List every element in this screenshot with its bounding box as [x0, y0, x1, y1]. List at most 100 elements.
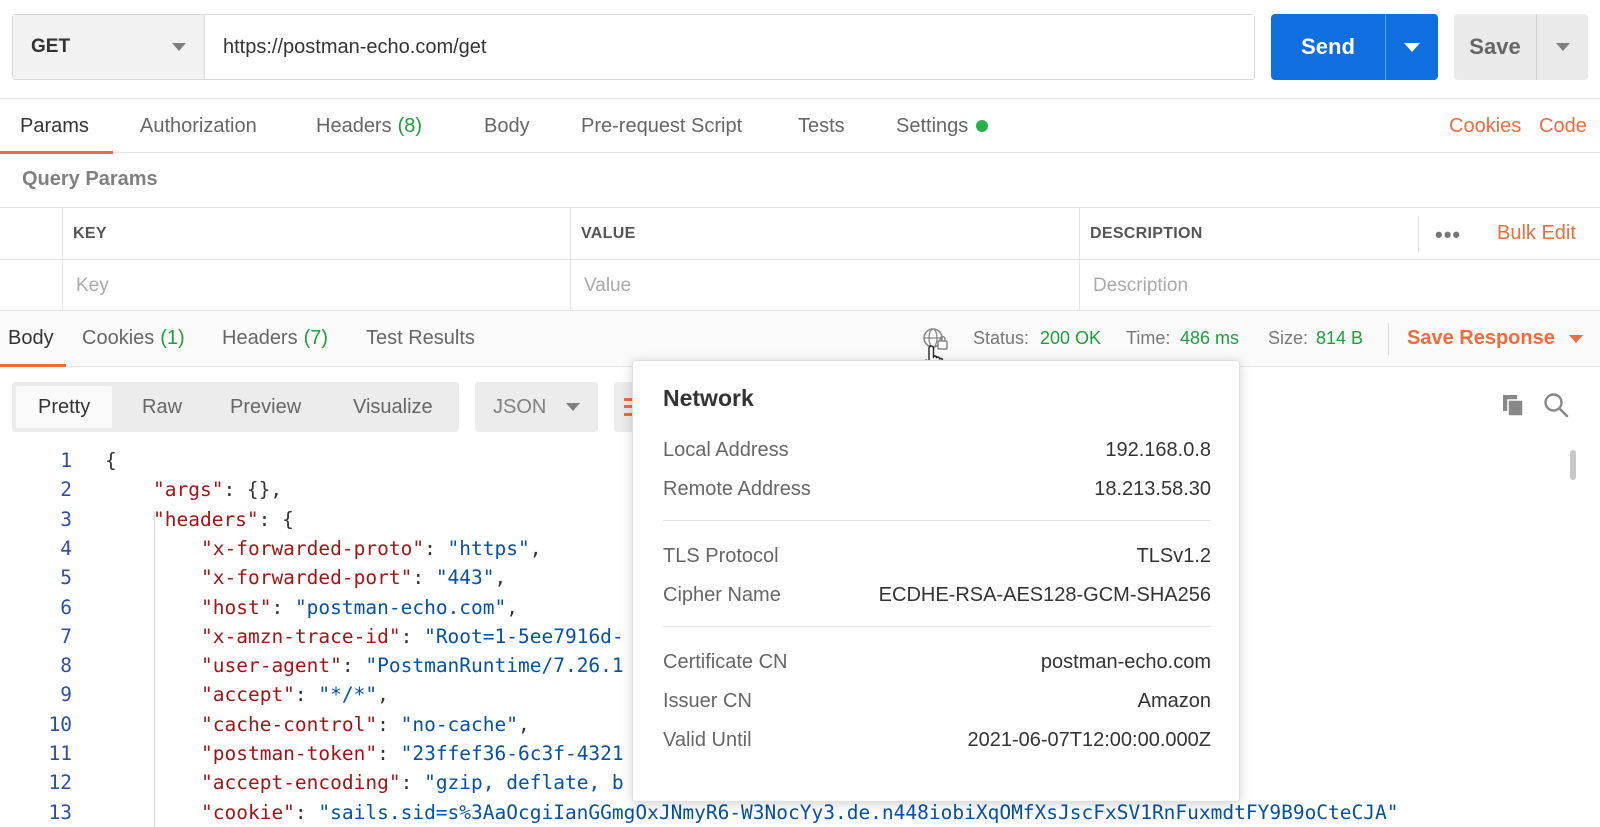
line-number: 1 [60, 449, 72, 472]
json-punctuation: : [400, 771, 425, 795]
save-button-group: Save [1454, 14, 1588, 80]
response-tabs: Body Cookies (1) Headers (7) Test Result… [0, 311, 1600, 367]
tab-settings[interactable]: Settings [896, 99, 989, 153]
save-response-button[interactable]: Save Response [1407, 311, 1583, 366]
json-punctuation: : [294, 800, 319, 824]
json-key: "x-forwarded-port" [201, 566, 413, 590]
line-number: 11 [48, 742, 72, 765]
settings-indicator-dot [976, 120, 989, 132]
network-info-value: 192.168.0.8 [1105, 438, 1211, 461]
view-mode-preview[interactable]: Preview [230, 382, 301, 432]
view-mode-pretty[interactable]: Pretty [16, 386, 113, 428]
json-punctuation: : [271, 595, 295, 619]
size-value[interactable]: 814 B [1316, 311, 1363, 366]
json-string: "443" [435, 566, 495, 590]
cookies-link[interactable]: Cookies [1449, 99, 1521, 153]
json-key: "cache-control" [201, 712, 378, 736]
chevron-down-icon [1568, 334, 1583, 343]
key-input[interactable]: Key [62, 260, 570, 311]
tab-test-results[interactable]: Test Results [366, 311, 475, 366]
view-mode-group: Pretty Raw Preview Visualize [12, 382, 459, 432]
json-string: "gzip, deflate, b [424, 771, 624, 795]
line-number: 6 [60, 595, 72, 619]
code-link[interactable]: Code [1539, 99, 1587, 153]
divider [663, 626, 1211, 627]
line-number: 9 [60, 683, 72, 707]
tab-body[interactable]: Body [484, 99, 530, 153]
headers-count: (8) [397, 114, 423, 137]
line-number: 8 [60, 654, 72, 678]
json-key: "cookie" [201, 800, 295, 824]
tab-response-cookies[interactable]: Cookies (1) [82, 311, 185, 366]
json-punctuation: , [377, 683, 389, 707]
network-info-row: Issuer CN Amazon [663, 686, 1211, 716]
json-key: "host" [201, 595, 272, 619]
code-text: { [105, 449, 117, 472]
json-punctuation: , [529, 536, 542, 560]
search-icon[interactable] [1543, 392, 1569, 418]
tab-headers[interactable]: Headers (8) [316, 99, 422, 153]
tab-params[interactable]: Params [0, 99, 113, 154]
json-punctuation: : [377, 712, 401, 736]
popover-title: Network [663, 385, 754, 411]
tab-response-body[interactable]: Body [0, 311, 66, 367]
value-input[interactable]: Value [570, 260, 1079, 311]
request-tabs: Params Authorization Headers (8) Body Pr… [0, 98, 1600, 154]
status-value[interactable]: 200 OK [1040, 311, 1101, 366]
code-text: "postman-token": "23ffef36-6c3f-4321 [201, 742, 624, 765]
size-label: Size: [1268, 328, 1309, 348]
json-key: "user-agent" [201, 654, 342, 678]
divider [663, 520, 1211, 521]
save-button[interactable]: Save [1454, 14, 1537, 80]
json-punctuation: : [424, 536, 448, 560]
tab-headers-label: Headers [316, 114, 392, 137]
json-punctuation: : [341, 654, 366, 678]
code-text: "accept-encoding": "gzip, deflate, b [201, 771, 624, 794]
json-string: "Root=1-5ee7916d- [424, 624, 624, 648]
network-info-value: ECDHE-RSA-AES128-GCM-SHA256 [878, 583, 1211, 606]
json-punctuation: { [105, 449, 117, 472]
tab-prerequest-script[interactable]: Pre-request Script [581, 99, 742, 153]
network-info-row: TLS Protocol TLSv1.2 [663, 541, 1211, 571]
tab-tests[interactable]: Tests [798, 99, 845, 153]
format-select[interactable]: JSON [475, 382, 598, 432]
time-value[interactable]: 486 ms [1180, 311, 1239, 366]
code-text: "cookie": "sails.sid=s%3AaOcgiIanGGmgOxJ… [201, 801, 1399, 824]
status-label: Status: [973, 328, 1030, 348]
json-punctuation: : [294, 683, 319, 707]
bulk-edit-link[interactable]: Bulk Edit [1497, 208, 1576, 259]
column-value: VALUE [570, 208, 1079, 259]
json-key: "x-forwarded-proto" [201, 536, 425, 560]
network-info-row: Cipher Name ECDHE-RSA-AES128-GCM-SHA256 [663, 580, 1211, 610]
tab-response-cookies-label: Cookies [82, 327, 155, 349]
json-string: "postman-echo.com" [294, 595, 507, 619]
network-info-value: 18.213.58.30 [1094, 477, 1211, 500]
send-button[interactable]: Send [1271, 14, 1386, 80]
save-dropdown-button[interactable] [1537, 14, 1588, 80]
view-mode-visualize[interactable]: Visualize [353, 382, 433, 432]
tab-response-headers-label: Headers [222, 327, 298, 349]
url-input[interactable]: https://postman-echo.com/get [205, 15, 1254, 79]
chevron-down-icon [566, 403, 580, 411]
network-info-label: Remote Address [663, 477, 811, 500]
json-key: "headers" [153, 507, 259, 531]
chevron-down-icon [1555, 43, 1570, 51]
tab-response-headers[interactable]: Headers (7) [222, 311, 328, 366]
column-key: KEY [62, 208, 570, 259]
tab-authorization[interactable]: Authorization [140, 99, 257, 153]
scrollbar[interactable] [1570, 450, 1576, 480]
json-punctuation: , [506, 595, 519, 619]
more-options-icon[interactable]: ••• [1435, 222, 1461, 248]
view-mode-raw[interactable]: Raw [142, 382, 182, 432]
network-popover: Network Local Address 192.168.0.8 Remote A… [632, 360, 1240, 802]
copy-icon[interactable] [1500, 392, 1526, 418]
send-dropdown-button[interactable] [1386, 14, 1438, 80]
line-number: 3 [60, 507, 72, 531]
json-punctuation: : [400, 624, 425, 648]
network-info-row: Valid Until 2021-06-07T12:00:00.000Z [663, 725, 1211, 755]
network-info-label: Issuer CN [663, 689, 752, 712]
response-headers-count: (7) [303, 327, 329, 349]
method-select[interactable]: GET [13, 15, 205, 79]
line-number: 2 [60, 478, 72, 502]
description-input[interactable]: Description [1079, 260, 1600, 311]
